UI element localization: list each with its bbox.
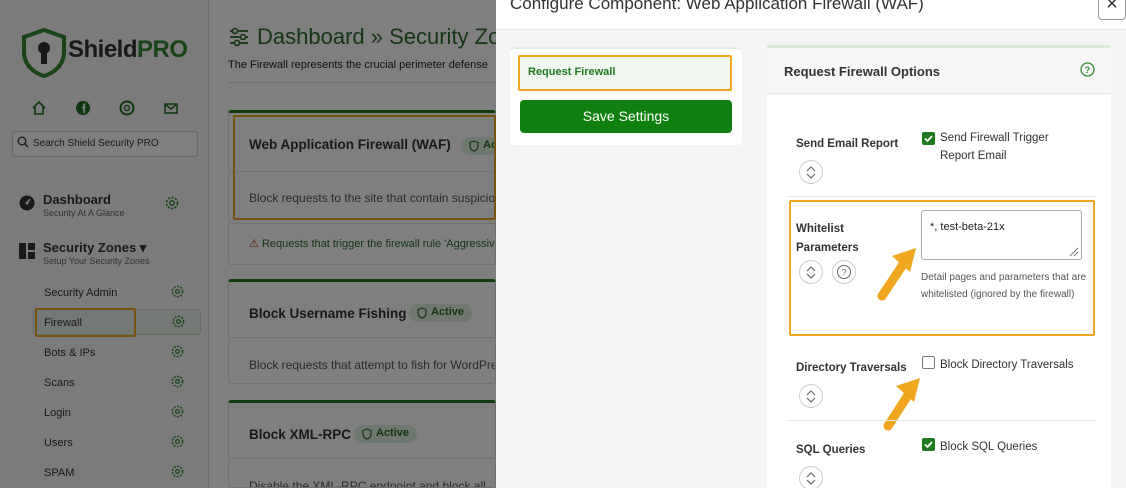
whitelist-highlight-box — [789, 200, 1095, 336]
checkmark-icon — [924, 135, 933, 143]
email-report-label: Send Email Report — [796, 138, 899, 150]
expand-toggle[interactable] — [799, 160, 823, 184]
directory-traversals-label: Directory Traversals — [796, 362, 907, 374]
modal-backdrop[interactable] — [0, 0, 496, 488]
chevron-up-down-icon — [806, 390, 816, 403]
sql-queries-label: SQL Queries — [796, 444, 866, 456]
chevron-up-down-icon — [806, 472, 816, 485]
pointer-arrow-icon — [877, 248, 916, 301]
options-title: Request Firewall Options — [784, 64, 941, 79]
directory-traversals-check-label[interactable]: Block Directory Traversals — [940, 356, 1074, 374]
checkmark-icon — [924, 441, 933, 449]
chevron-up-down-icon — [806, 166, 816, 179]
email-report-checkbox[interactable] — [922, 132, 935, 145]
email-report-check-label[interactable]: Send Firewall Trigger Report Email — [940, 129, 1080, 165]
close-button[interactable]: × — [1098, 0, 1126, 20]
directory-traversals-checkbox[interactable] — [922, 356, 935, 369]
sql-queries-check-label[interactable]: Block SQL Queries — [940, 438, 1037, 456]
expand-toggle[interactable] — [799, 384, 823, 408]
sql-queries-checkbox[interactable] — [922, 438, 935, 451]
expand-toggle[interactable] — [799, 466, 823, 488]
divider — [788, 420, 1096, 421]
modal-title: Configure Component: Web Application Fir… — [510, 0, 924, 13]
divider — [788, 196, 1096, 197]
svg-text:?: ? — [1085, 65, 1091, 75]
save-settings-button[interactable]: Save Settings — [520, 100, 732, 133]
pointer-arrow-icon — [883, 378, 920, 431]
help-icon[interactable]: ? — [1080, 62, 1095, 77]
tab-label: Request Firewall — [528, 66, 616, 78]
